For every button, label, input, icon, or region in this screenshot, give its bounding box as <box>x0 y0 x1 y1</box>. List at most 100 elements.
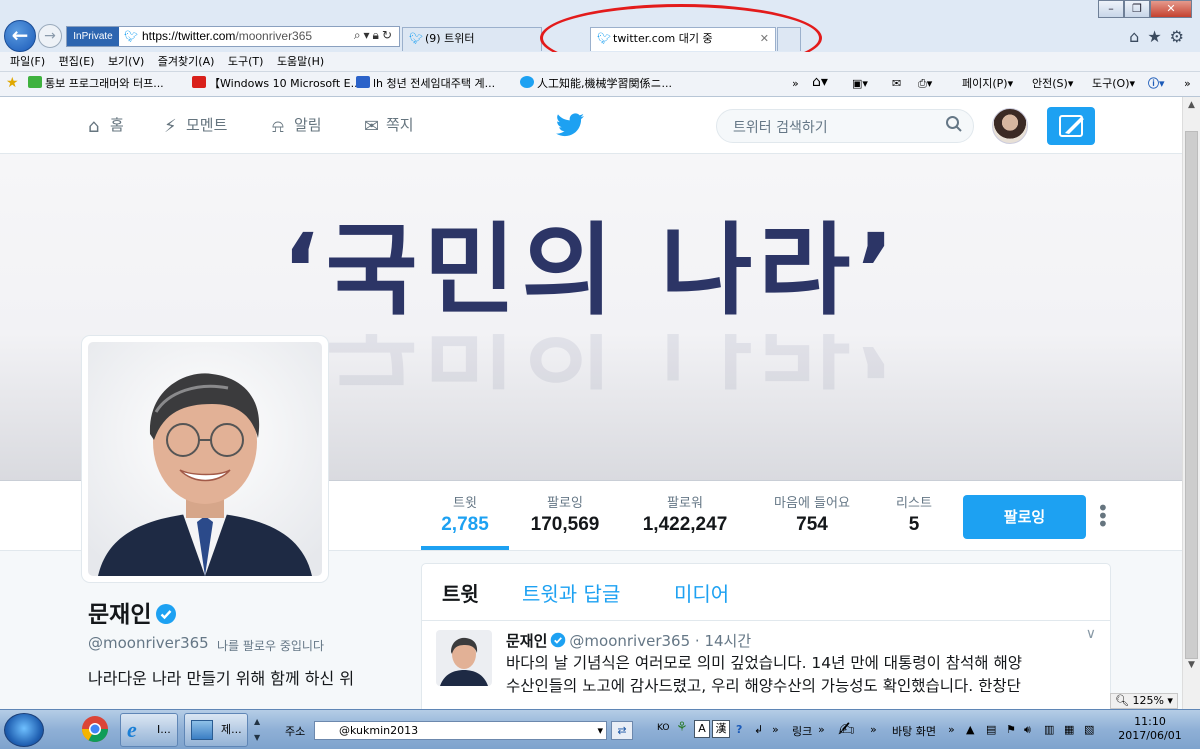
home-icon[interactable]: ⌂ <box>1129 27 1147 46</box>
address-bar-buttons[interactable]: ⌕▾🔒︎↻ <box>354 28 395 43</box>
taskbar-clock[interactable]: 11:10 2017/06/01 <box>1108 715 1192 743</box>
favorite-link-3[interactable]: lh 청년 전세임대주택 계... <box>356 76 495 92</box>
tab-close-icon[interactable]: ✕ <box>760 28 769 50</box>
menu-edit[interactable]: 편집(E) <box>59 52 95 71</box>
forward-button[interactable]: → <box>38 24 62 48</box>
show-hidden-icons-icon[interactable]: ▲ <box>966 723 974 736</box>
tweet-timestamp[interactable]: · 14시간 <box>695 632 751 650</box>
chevron-more-icon[interactable]: » <box>948 723 955 736</box>
favorite-link-4[interactable]: 人工知能,機械学習関係ニ... <box>520 76 672 92</box>
hanja-icon[interactable]: 漢 <box>712 720 730 738</box>
help-icon[interactable]: ? <box>736 723 742 736</box>
scroll-down-arrow-icon[interactable]: ▼ <box>1183 657 1200 674</box>
following-button[interactable]: 팔로잉 <box>963 495 1086 539</box>
chevron-more-icon[interactable]: » <box>818 723 825 736</box>
gear-icon[interactable]: ⚙ <box>1170 27 1192 46</box>
scrollbar-thumb[interactable] <box>1185 131 1198 659</box>
profile-photo[interactable] <box>82 336 328 582</box>
tray-app-icon[interactable]: ▥ <box>1044 723 1054 736</box>
rss-icon[interactable]: ▣▾ <box>852 76 868 92</box>
network-icon[interactable]: ▤ <box>986 723 996 736</box>
new-tab-button[interactable] <box>777 27 801 51</box>
nav-messages[interactable]: ✉ 쪽지 <box>364 115 414 137</box>
volume-icon[interactable]: 🔊︎ <box>1024 723 1031 737</box>
stat-lists[interactable]: 리스트 5 <box>884 495 944 537</box>
vertical-scrollbar[interactable]: ▲ ▼ <box>1182 97 1200 709</box>
tray-app-icon[interactable]: ▦ <box>1064 723 1074 736</box>
menu-safety[interactable]: 안전(S)▾ <box>1032 76 1073 92</box>
language-indicator[interactable]: KO <box>657 723 670 733</box>
tab-tweets-replies[interactable]: 트윗과 답글 <box>522 578 620 607</box>
chevron-down-icon[interactable]: ∨ <box>1086 626 1096 642</box>
address-url[interactable]: https://twitter.com/moonriver365 <box>142 29 312 43</box>
zoom-level[interactable]: 🔍︎ 125% ▾ <box>1110 693 1178 709</box>
minimize-button[interactable]: – <box>1098 0 1124 18</box>
nav-home[interactable]: ⌂ 홈 <box>88 115 124 137</box>
menu-help[interactable]: 도움말(H) <box>277 52 324 71</box>
tray-app-icon[interactable]: ▧ <box>1084 723 1094 736</box>
stat-following[interactable]: 팔로잉 170,569 <box>520 495 610 537</box>
favorites-star-icon[interactable]: ★ <box>1147 27 1169 46</box>
menu-view[interactable]: 보기(V) <box>108 52 144 71</box>
tab-twitter-notifications[interactable]: 🐦︎ (9) 트위터 <box>402 27 542 51</box>
tab-label: (9) 트위터 <box>425 32 475 45</box>
search-icon[interactable] <box>945 115 963 133</box>
chevron-more-icon[interactable]: » <box>772 723 779 736</box>
favorites-add-star-icon[interactable]: ★ <box>6 75 19 91</box>
menu-file[interactable]: 파일(F) <box>10 52 45 71</box>
taskbar-ie-button[interactable]: e I... <box>120 713 178 747</box>
chevron-more-icon[interactable]: » <box>792 76 799 92</box>
tab-media[interactable]: 미디어 <box>674 578 729 607</box>
address-bar[interactable]: InPrivate 🐦︎ https://twitter.com/moonriv… <box>66 26 400 47</box>
stat-likes[interactable]: 마음에 들어요 754 <box>760 495 864 537</box>
compose-tweet-button[interactable] <box>1047 107 1095 145</box>
ime-options-icon[interactable]: ↲ <box>754 723 763 736</box>
bell-icon: ⍾ <box>272 116 284 137</box>
flag-icon[interactable]: ⚑ <box>1006 723 1016 736</box>
taskbar-scroll-arrows[interactable]: ▲ ▼ <box>254 714 264 746</box>
favorite-link-2[interactable]: 【Windows 10 Microsoft E... <box>192 76 361 92</box>
search-box[interactable]: 트위터 검색하기 <box>716 109 974 143</box>
chevron-more-icon[interactable]: » <box>870 723 877 736</box>
more-options-icon[interactable]: • • • <box>1097 498 1109 534</box>
stat-followers[interactable]: 팔로워 1,422,247 <box>632 495 738 537</box>
scroll-up-arrow-icon[interactable]: ▲ <box>1183 97 1200 114</box>
menu-tools-cmd[interactable]: 도구(O)▾ <box>1092 76 1135 92</box>
print-icon[interactable]: ⎙▾ <box>918 76 932 92</box>
stat-tweets[interactable]: 트윗 2,785 <box>421 495 509 537</box>
twitter-logo-icon[interactable] <box>556 113 584 137</box>
ime-icon[interactable]: ⚘ <box>676 720 688 735</box>
home-page-icon[interactable]: ⌂▾ <box>812 74 828 90</box>
tweet-avatar[interactable] <box>436 630 492 686</box>
back-button[interactable]: ← <box>4 20 36 52</box>
window-close-button[interactable]: ✕ <box>1150 0 1192 18</box>
desktop-toolbar[interactable]: 바탕 화면 <box>892 723 936 739</box>
nav-notifications[interactable]: ⍾ 알림 <box>272 115 322 137</box>
ie-toolbar-icons[interactable]: ⌂★⚙ <box>1129 27 1192 46</box>
help-icon[interactable]: ⓘ▾ <box>1148 76 1165 92</box>
profile-handle[interactable]: @moonriver365 <box>88 634 209 652</box>
active-stat-underline <box>421 546 509 550</box>
menu-favorites[interactable]: 즐겨찾기(A) <box>158 52 215 71</box>
signature-pen-icon[interactable]: ✍ <box>838 717 855 741</box>
taskbar-folder-button[interactable]: 제... <box>184 713 248 747</box>
tab-tweets[interactable]: 트윗 <box>442 578 479 607</box>
start-button[interactable] <box>4 713 44 747</box>
chrome-icon[interactable] <box>80 714 110 744</box>
ime-mode-a-icon[interactable]: A <box>694 720 710 738</box>
chevron-more-icon[interactable]: » <box>1184 76 1191 92</box>
mail-icon[interactable]: ✉ <box>892 76 901 92</box>
go-arrow-icon[interactable]: ⇄ <box>611 721 633 740</box>
menu-page[interactable]: 페이지(P)▾ <box>962 76 1013 92</box>
restore-button[interactable]: ❐ <box>1124 0 1150 18</box>
links-toolbar[interactable]: 링크 <box>792 723 812 739</box>
dropdown-arrow-icon[interactable]: ▾ <box>597 722 603 739</box>
taskbar-address-field[interactable]: @kukmin2013 ▾ <box>314 721 607 740</box>
menu-tools[interactable]: 도구(T) <box>228 52 264 71</box>
tweet-author-handle[interactable]: @moonriver365 <box>569 632 690 650</box>
tab-twitter-loading[interactable]: 🐦︎ twitter.com 대기 중 ✕ <box>590 27 776 51</box>
favorite-link-1[interactable]: 통보 프로그래머와 터프... <box>28 76 164 92</box>
nav-moments[interactable]: ⚡︎ 모멘트 <box>164 115 227 137</box>
tweet-author-name[interactable]: 문재인 <box>506 632 547 650</box>
user-avatar[interactable] <box>992 108 1028 144</box>
